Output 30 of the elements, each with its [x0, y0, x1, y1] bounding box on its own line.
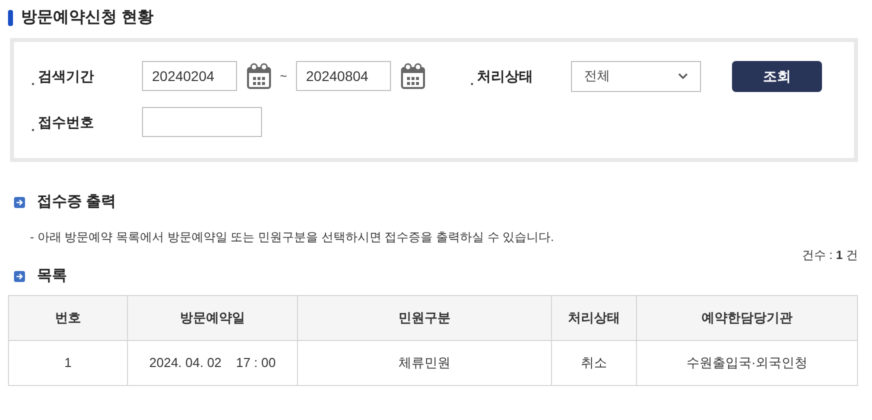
title-marker-icon [8, 10, 13, 26]
column-header: 민원구분 [298, 296, 552, 340]
date-field[interactable]: 20240804 [296, 61, 392, 91]
instruction-text: - 아래 방문예약 목록에서 방문예약일 또는 민원구분을 선택하시면 접수증을 출력하실 수 있습니다. [29, 229, 556, 246]
field-label: 접수번호 [38, 112, 94, 132]
search-button[interactable]: 조회 [732, 60, 822, 92]
column-header: 처리상태 [552, 296, 637, 340]
record-count: 건수 : 1 건 [802, 247, 858, 262]
column-header: 번호 [9, 296, 128, 340]
chevron-down-icon [678, 72, 688, 80]
table-cell: 취소 [552, 341, 637, 385]
field-label: 검색기간 [38, 66, 94, 86]
table-cell-text: 수원출입국·외국인청 [685, 354, 809, 372]
table-cell[interactable]: 체류민원 [298, 341, 552, 385]
page-title: 방문예약신청 현황 [21, 8, 154, 28]
date-field[interactable]: 20240204 [142, 61, 237, 91]
section-heading: 접수증 출력 [37, 192, 116, 212]
status-select[interactable]: 전체 [571, 60, 702, 92]
arrow-icon [14, 196, 25, 208]
column-header: 예약한담당기관 [700, 309, 794, 328]
column-header: 방문예약일 [128, 296, 298, 340]
range-separator: ~ [280, 68, 288, 85]
field-label: 처리상태 [477, 66, 534, 86]
arrow-icon [14, 270, 25, 282]
table-cell: 1 [9, 341, 128, 385]
table-cell[interactable]: 2024. 04. 02 17 : 00 [128, 341, 298, 385]
calendar-icon[interactable] [401, 63, 426, 89]
calendar-icon[interactable] [247, 63, 271, 89]
receipt-number-field[interactable] [142, 107, 262, 137]
section-heading: 목록 [37, 266, 67, 286]
